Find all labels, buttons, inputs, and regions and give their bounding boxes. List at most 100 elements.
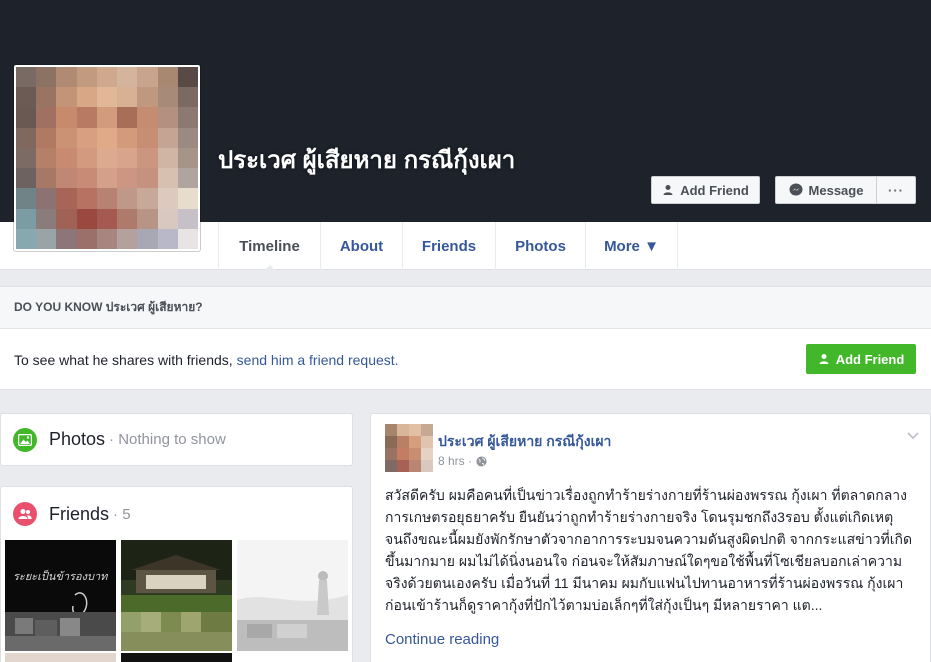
add-friend-icon	[819, 354, 829, 364]
mosaic-pixel	[137, 127, 158, 148]
mosaic-pixel	[117, 107, 138, 128]
mosaic-pixel	[36, 127, 57, 148]
mosaic-pixel	[76, 87, 97, 108]
mosaic-pixel	[16, 188, 37, 209]
mosaic-pixel	[56, 87, 77, 108]
more-options-button[interactable]: ···	[876, 176, 916, 204]
mosaic-pixel	[137, 228, 158, 249]
add-friend-icon	[663, 185, 673, 195]
mosaic-pixel	[177, 127, 198, 148]
do-you-know-header: DO YOU KNOW ประเวศ ผู้เสียหาย?	[0, 287, 931, 329]
add-friend-button-green[interactable]: Add Friend	[806, 344, 916, 374]
mosaic-pixel	[177, 188, 198, 209]
friends-card-count: · 5	[113, 505, 131, 523]
timeline-post: ประเวศ ผู้เสียหาย กรณีกุ้งเผา 8 hrs · สว…	[370, 413, 931, 662]
post-body-text: สวัสดีครับ ผมคือคนที่เป็นข่าวเรื่องถูกทำ…	[385, 487, 913, 613]
mosaic-pixel	[157, 188, 178, 209]
mosaic-pixel	[117, 147, 138, 169]
mosaic-pixel	[96, 188, 118, 209]
mosaic-pixel	[36, 208, 57, 229]
mosaic-pixel	[56, 127, 77, 148]
tab-timeline[interactable]: Timeline	[218, 222, 320, 271]
mosaic-pixel	[137, 87, 158, 108]
message-label: Message	[808, 182, 864, 198]
friend-thumbnail-partial[interactable]	[121, 653, 232, 662]
mosaic-pixel	[56, 107, 77, 128]
mosaic-pixel	[177, 168, 198, 189]
mosaic-pixel	[76, 67, 97, 88]
post-timestamp[interactable]: 8 hrs ·	[438, 454, 487, 468]
continue-reading-link[interactable]: Continue reading	[385, 631, 499, 648]
post-author-avatar[interactable]	[385, 424, 433, 472]
svg-text:ระยะเป็นข้ารองบาท: ระยะเป็นข้ารองบาท	[13, 569, 108, 583]
tab-friends[interactable]: Friends	[402, 222, 495, 270]
friend-thumbnail[interactable]	[237, 540, 348, 651]
mosaic-pixel	[56, 168, 77, 189]
mosaic-pixel	[117, 168, 138, 189]
mosaic-pixel	[36, 228, 57, 249]
mosaic-pixel	[36, 168, 57, 189]
friend-thumbnail-partial[interactable]	[5, 653, 116, 662]
profile-picture[interactable]	[14, 65, 200, 251]
post-author-name[interactable]: ประเวศ ผู้เสียหาย กรณีกุ้งเผา	[438, 431, 611, 453]
mosaic-pixel	[157, 228, 178, 249]
mosaic-pixel	[56, 188, 77, 209]
mosaic-pixel	[36, 107, 57, 128]
mosaic-pixel	[177, 228, 198, 249]
mosaic-pixel	[96, 67, 118, 88]
mosaic-pixel	[76, 228, 97, 249]
do-you-know-box: DO YOU KNOW ประเวศ ผู้เสียหาย? To see wh…	[0, 286, 931, 390]
mosaic-pixel	[56, 208, 77, 229]
mosaic-pixel	[96, 87, 118, 108]
mosaic-pixel	[137, 168, 158, 189]
mosaic-pixel	[137, 107, 158, 128]
friend-thumbnail[interactable]: ระยะเป็นข้ารองบาท	[5, 540, 116, 651]
photos-icon	[13, 427, 37, 452]
mosaic-pixel	[137, 188, 158, 209]
friends-card-title[interactable]: Friends	[49, 504, 109, 525]
mosaic-pixel	[177, 67, 198, 88]
mosaic-pixel	[96, 168, 118, 189]
chevron-down-icon[interactable]	[906, 428, 920, 442]
mosaic-pixel	[16, 168, 37, 189]
message-button[interactable]: Message	[775, 176, 877, 204]
mosaic-pixel	[117, 67, 138, 88]
mosaic-pixel	[16, 208, 37, 229]
mosaic-pixel	[117, 87, 138, 108]
mosaic-pixel	[137, 147, 158, 169]
add-friend-button[interactable]: Add Friend	[651, 176, 760, 204]
mosaic-pixel	[96, 107, 118, 128]
mosaic-pixel	[56, 67, 77, 88]
photos-card-title[interactable]: Photos	[49, 429, 105, 450]
mosaic-pixel	[117, 228, 138, 249]
profile-name[interactable]: ประเวศ ผู้เสียหาย กรณีกุ้งเผา	[218, 145, 518, 177]
photos-card-subtitle: · Nothing to show	[109, 431, 226, 448]
tab-photos[interactable]: Photos	[495, 222, 585, 270]
mosaic-pixel	[157, 87, 178, 108]
mosaic-pixel	[36, 188, 57, 209]
mosaic-pixel	[157, 107, 178, 128]
mosaic-pixel	[157, 67, 178, 88]
send-friend-request-link[interactable]: send him a friend request.	[237, 352, 399, 368]
mosaic-pixel	[137, 67, 158, 88]
mosaic-pixel	[16, 87, 37, 108]
mosaic-pixel	[56, 228, 77, 249]
friend-thumbnail[interactable]	[121, 540, 232, 651]
messenger-icon	[789, 183, 803, 196]
mosaic-pixel	[177, 208, 198, 229]
tab-more[interactable]: More ▼	[585, 222, 678, 270]
mosaic-pixel	[117, 127, 138, 148]
tab-about[interactable]: About	[320, 222, 402, 270]
globe-icon	[476, 455, 487, 467]
mosaic-pixel	[177, 107, 198, 128]
mosaic-pixel	[177, 87, 198, 108]
profile-picture-mosaic	[16, 67, 198, 249]
mosaic-pixel	[16, 147, 37, 169]
mosaic-pixel	[16, 107, 37, 128]
mosaic-pixel	[157, 208, 178, 229]
mosaic-pixel	[76, 188, 97, 209]
mosaic-pixel	[36, 87, 57, 108]
do-you-know-text: To see what he shares with friends,	[14, 351, 233, 368]
mosaic-pixel	[96, 127, 118, 148]
mosaic-pixel	[16, 127, 37, 148]
